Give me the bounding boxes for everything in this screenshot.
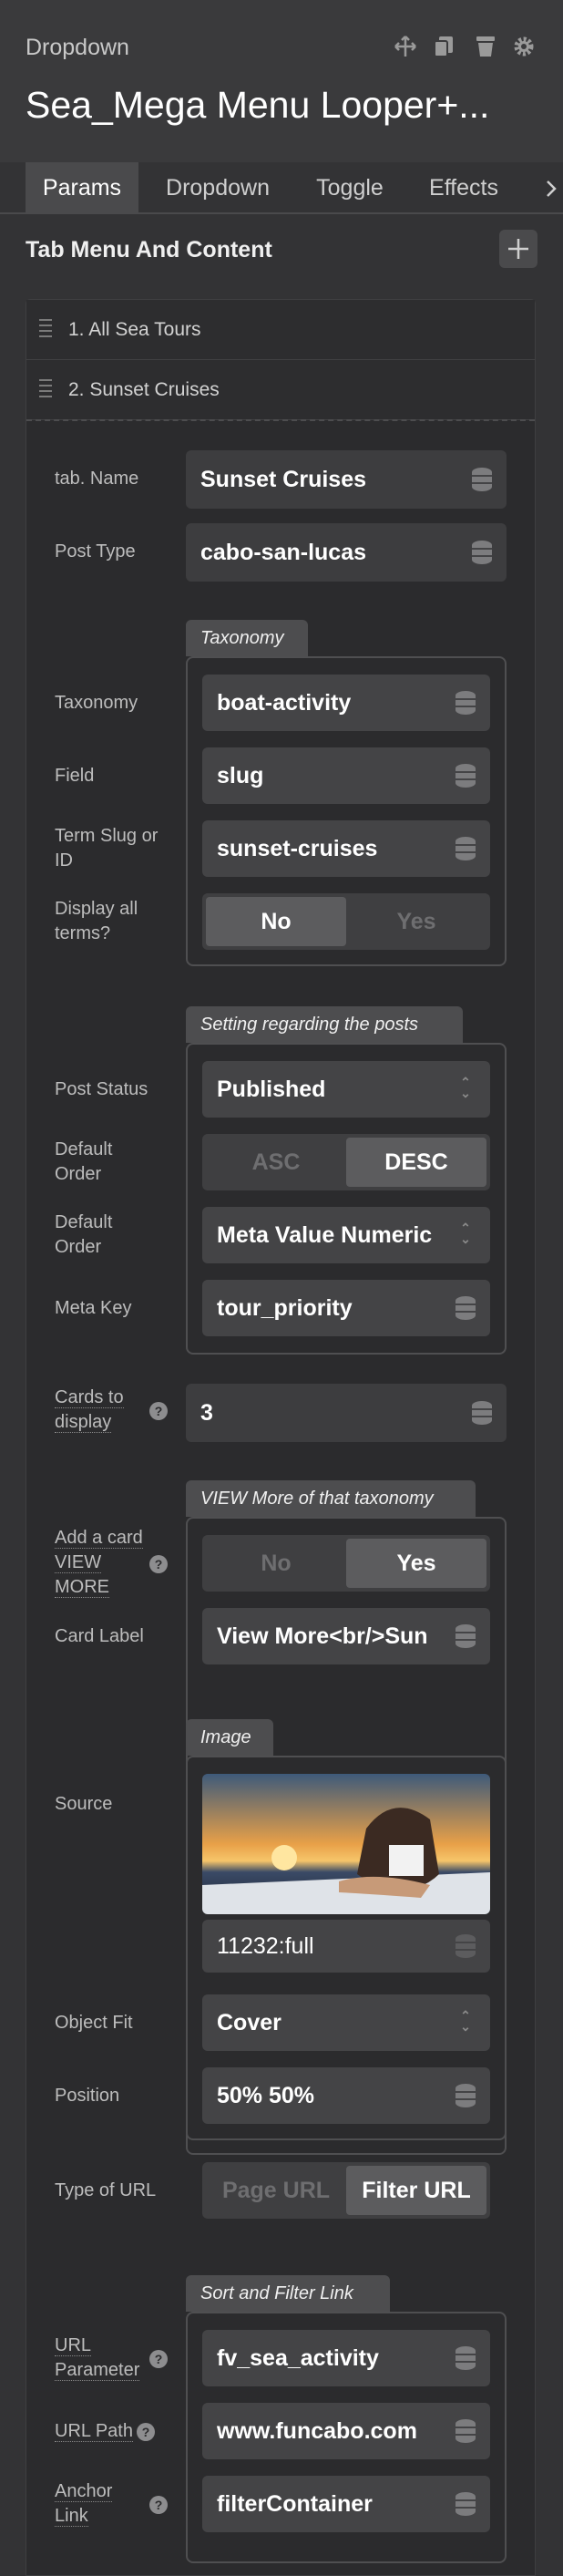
- post-status-select[interactable]: Published ⌃ ⌄: [202, 1061, 490, 1118]
- database-icon: [456, 2419, 476, 2443]
- order-by-select[interactable]: Meta Value Numeric ⌃ ⌄: [202, 1207, 490, 1263]
- term-field[interactable]: sunset-cruises: [202, 820, 490, 877]
- gear-icon[interactable]: [510, 33, 537, 60]
- meta-key-field[interactable]: tour_priority: [202, 1280, 490, 1336]
- panel-header: [0, 0, 563, 162]
- image-group-tag: Image: [186, 1719, 273, 1756]
- repeater-item-active[interactable]: 2. Sunset Cruises: [26, 360, 535, 420]
- option-yes[interactable]: Yes: [346, 1539, 486, 1588]
- help-icon[interactable]: ?: [149, 2350, 168, 2368]
- database-icon: [456, 2346, 476, 2370]
- trash-icon[interactable]: [472, 33, 499, 60]
- cards-field[interactable]: 3: [186, 1384, 507, 1442]
- panel-title: Sea_Mega Menu Looper+...: [26, 84, 490, 126]
- post-type-field[interactable]: cabo-san-lucas: [186, 523, 507, 582]
- tab-effects[interactable]: Effects: [414, 162, 514, 214]
- database-icon: [456, 764, 476, 788]
- label-url-type: Type of URL: [55, 2180, 157, 2200]
- label-card-label: Card Label: [55, 1626, 144, 1646]
- database-icon: [472, 541, 492, 564]
- label-add-card: Add a card VIEW MORE: [55, 1528, 143, 1598]
- copy-icon[interactable]: [430, 33, 457, 60]
- option-page-url[interactable]: Page URL: [206, 2166, 346, 2215]
- help-icon[interactable]: ?: [149, 1402, 168, 1420]
- add-card-toggle[interactable]: No Yes: [202, 1535, 490, 1592]
- select-arrows-icon: ⌃ ⌄: [460, 1075, 471, 1100]
- url-type-toggle[interactable]: Page URL Filter URL: [202, 2162, 490, 2219]
- view-more-group-tag: VIEW More of that taxonomy: [186, 1480, 476, 1517]
- option-desc[interactable]: DESC: [346, 1138, 486, 1187]
- drag-handle-icon[interactable]: [39, 318, 52, 341]
- database-icon: [472, 468, 492, 491]
- label-cards: Cards to display: [55, 1387, 124, 1433]
- label-post-status: Post Status: [55, 1079, 148, 1099]
- option-filter-url[interactable]: Filter URL: [346, 2166, 486, 2215]
- option-asc[interactable]: ASC: [206, 1138, 346, 1187]
- taxonomy-group-tag: Taxonomy: [186, 620, 308, 656]
- option-no[interactable]: No: [206, 1539, 346, 1588]
- label-default-order: Default Order: [55, 1139, 113, 1184]
- select-arrows-icon: ⌃ ⌄: [460, 1221, 471, 1246]
- database-icon: [456, 1624, 476, 1648]
- select-arrows-icon: ⌃ ⌄: [460, 2008, 471, 2034]
- url-parameter-field[interactable]: fv_sea_activity: [202, 2330, 490, 2386]
- source-value-field[interactable]: 11232:full: [202, 1920, 490, 1973]
- order-direction-toggle[interactable]: ASC DESC: [202, 1134, 490, 1190]
- label-term: Term Slug or ID: [55, 826, 159, 871]
- database-icon: [456, 2492, 476, 2516]
- label-display-all: Display all terms?: [55, 899, 138, 943]
- move-icon[interactable]: [392, 33, 419, 60]
- label-source: Source: [55, 1794, 113, 1814]
- label-url-parameter: URL Parameter: [55, 2335, 140, 2381]
- plus-icon: [508, 239, 528, 259]
- help-icon[interactable]: ?: [149, 2496, 168, 2514]
- drag-handle-icon[interactable]: [39, 378, 52, 401]
- anchor-link-field[interactable]: filterContainer: [202, 2476, 490, 2532]
- option-no[interactable]: No: [206, 897, 346, 946]
- label-url-path: URL Path: [55, 2421, 133, 2442]
- source-image-preview[interactable]: [202, 1774, 490, 1914]
- label-tab-name: tab. Name: [55, 469, 139, 489]
- panel-kind: Dropdown: [26, 35, 129, 60]
- repeater-item[interactable]: 1. All Sea Tours: [26, 300, 535, 360]
- sort-filter-group-tag: Sort and Filter Link: [186, 2275, 390, 2312]
- database-icon: [456, 2084, 476, 2107]
- section-title: Tab Menu And Content: [26, 237, 272, 263]
- database-icon: [456, 691, 476, 715]
- tab-params[interactable]: Params: [26, 162, 138, 214]
- help-icon[interactable]: ?: [137, 2423, 155, 2441]
- label-meta-key: Meta Key: [55, 1298, 132, 1318]
- add-item-button[interactable]: [499, 230, 537, 268]
- object-fit-select[interactable]: Cover ⌃ ⌄: [202, 1994, 490, 2051]
- divider: [26, 419, 535, 421]
- label-position: Position: [55, 2086, 120, 2106]
- help-icon[interactable]: ?: [149, 1555, 168, 1573]
- taxonomy-field[interactable]: boat-activity: [202, 675, 490, 731]
- tab-toggle[interactable]: Toggle: [297, 162, 403, 214]
- database-icon: [472, 1401, 492, 1425]
- tab-name-field[interactable]: Sunset Cruises: [186, 450, 507, 509]
- option-yes[interactable]: Yes: [346, 897, 486, 946]
- card-label-field[interactable]: View More<br/>Sun: [202, 1608, 490, 1664]
- database-icon: [456, 1296, 476, 1320]
- label-taxonomy: Taxonomy: [55, 693, 138, 713]
- label-default-order-by: Default Order: [55, 1212, 113, 1257]
- url-path-field[interactable]: www.funcabo.com: [202, 2403, 490, 2459]
- label-object-fit: Object Fit: [55, 2013, 133, 2033]
- label-field: Field: [55, 766, 95, 786]
- database-icon: [456, 837, 476, 860]
- tab-dropdown[interactable]: Dropdown: [149, 162, 286, 214]
- label-post-type: Post Type: [55, 541, 136, 562]
- chevron-right-icon[interactable]: [539, 173, 563, 204]
- position-field[interactable]: 50% 50%: [202, 2067, 490, 2124]
- display-all-toggle[interactable]: No Yes: [202, 893, 490, 950]
- label-anchor-link: Anchor Link: [55, 2481, 113, 2527]
- field-field[interactable]: slug: [202, 747, 490, 804]
- database-icon: [456, 1934, 476, 1958]
- posts-group-tag: Setting regarding the posts: [186, 1006, 463, 1043]
